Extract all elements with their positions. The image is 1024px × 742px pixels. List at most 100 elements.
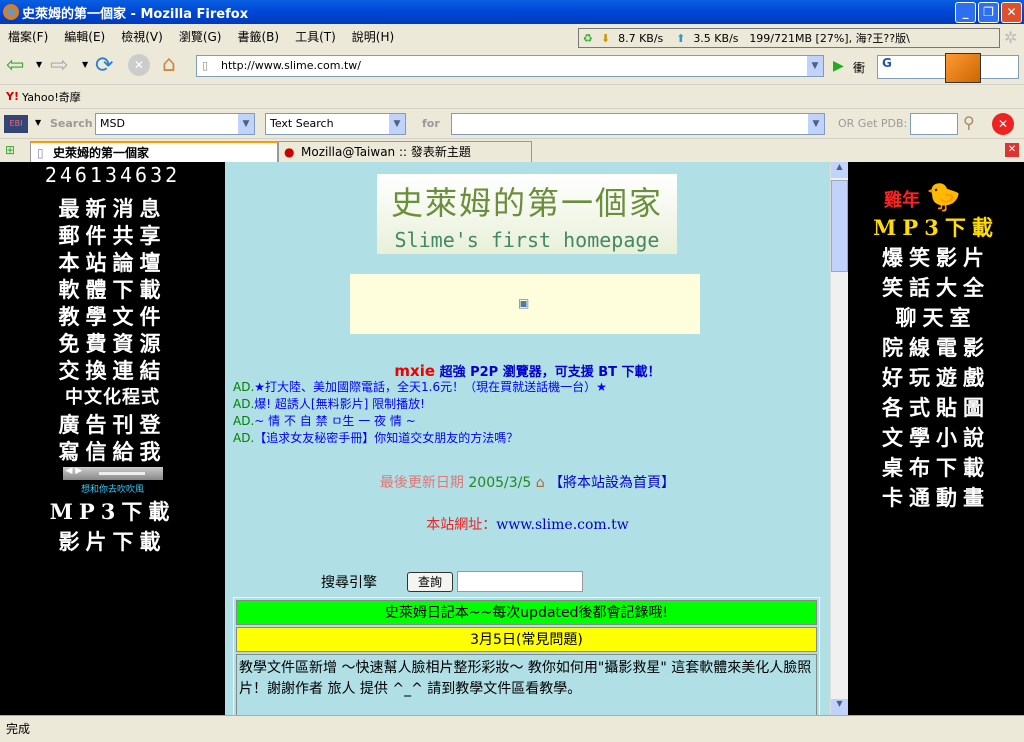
nav-stickers[interactable]: 各式貼圖 xyxy=(848,393,1024,423)
nav-movies[interactable]: 院線電影 xyxy=(848,333,1024,363)
ebi-close-icon[interactable]: ✕ xyxy=(992,113,1014,135)
ebi-for-label: for xyxy=(422,117,440,130)
banner-ad[interactable]: ▣ xyxy=(350,274,700,334)
nav-software[interactable]: 軟體下載 xyxy=(0,276,225,303)
site-url-link[interactable]: www.slime.com.tw xyxy=(496,517,629,533)
chevron-down-icon: ▼ xyxy=(808,114,824,134)
new-tab-icon[interactable]: ⊞ xyxy=(5,143,15,157)
url-text: http://www.slime.com.tw/ xyxy=(221,59,362,72)
ebi-dropdown-icon[interactable]: ▼ xyxy=(35,118,41,127)
ad-text: ★打大陸、美加國際電話，全天1.6元！（現在買就送話機一台）★ xyxy=(254,380,607,394)
google-engine-icon[interactable]: G xyxy=(878,56,892,70)
ad-prefix: AD. xyxy=(233,414,255,428)
url-dropdown-icon[interactable]: ▼ xyxy=(807,56,823,76)
nav-wallpapers[interactable]: 桌布下載 xyxy=(848,453,1024,483)
nav-funny-videos[interactable]: 爆笑影片 xyxy=(848,243,1024,273)
extension-icon[interactable] xyxy=(945,53,981,83)
mozilla-icon: ● xyxy=(284,145,295,159)
entry-date: 3月5日(常見問題) xyxy=(236,627,817,652)
ebi-logo-icon[interactable]: EBI xyxy=(4,115,28,133)
ebi-search-label: Search xyxy=(50,117,93,130)
nav-forum[interactable]: 本站論壇 xyxy=(0,249,225,276)
ebi-mode-select[interactable]: Text Search ▼ xyxy=(265,113,406,135)
nav-chatroom[interactable]: 聊天室 xyxy=(848,303,1024,333)
ebi-for-input[interactable]: ▼ xyxy=(451,113,825,135)
nav-games[interactable]: 好玩遊戲 xyxy=(848,363,1024,393)
logo-subtitle: Slime's first homepage xyxy=(394,228,660,252)
menu-tools[interactable]: 工具(T) xyxy=(287,28,344,45)
nav-free-resources[interactable]: 免費資源 xyxy=(0,330,225,357)
throbber-icon: ✲ xyxy=(1004,28,1018,47)
nav-advertise[interactable]: 廣告刊登 xyxy=(0,411,225,438)
back-dropdown-icon[interactable]: ▼ xyxy=(36,60,42,69)
query-input[interactable] xyxy=(457,571,583,592)
rooster-year-badge: 雞年 🐤 xyxy=(884,180,1024,213)
url-input[interactable]: ▯ http://www.slime.com.tw/ ▼ xyxy=(196,55,824,77)
tab-label: 史萊姆的第一個家 xyxy=(53,146,150,160)
close-button[interactable]: ✕ xyxy=(1001,2,1022,23)
audio-player[interactable]: ◀ ▶ xyxy=(62,466,163,480)
stop-button[interactable]: ✕ xyxy=(128,54,150,76)
nav-latest-news[interactable]: 最新消息 xyxy=(0,195,225,222)
recycle-icon: ♻ xyxy=(583,31,593,45)
ebi-mode-value: Text Search xyxy=(270,117,334,130)
nav-link-exchange[interactable]: 交換連結 xyxy=(0,357,225,384)
ad-link[interactable]: AD.★打大陸、美加國際電話，全天1.6元！（現在買就送話機一台）★ xyxy=(225,379,607,396)
ad-link[interactable]: AD.【追求女友秘密手冊】你知道交女朋友的方法嗎？ xyxy=(225,430,607,447)
play-icon[interactable]: ◀ ▶ xyxy=(66,466,83,476)
nav-chinese-programs[interactable]: 中文化程式 xyxy=(0,384,225,411)
menu-edit[interactable]: 編輯(E) xyxy=(56,28,113,45)
tab-mozilla-taiwan[interactable]: ● Mozilla@Taiwan :: 發表新主題 xyxy=(278,141,532,163)
home-button[interactable]: ⌂ xyxy=(162,52,176,77)
ebi-pdb-input[interactable] xyxy=(910,113,958,135)
download-speed: 8.7 KB/s xyxy=(618,31,664,45)
minimize-button[interactable]: _ xyxy=(955,2,976,23)
scroll-up-icon[interactable]: ▲ xyxy=(831,162,848,178)
query-button[interactable]: 查詢 xyxy=(407,572,453,592)
entry-text: 教學文件區新增 ～快速幫人臉相片整形彩妝～ 教你如何用"攝影救星" 這套軟體來美… xyxy=(236,654,817,715)
scroll-thumb[interactable] xyxy=(831,180,848,272)
yahoo-icon: Y! xyxy=(6,90,19,103)
window-title: 史萊姆的第一個家 - Mozilla Firefox xyxy=(22,6,249,22)
vertical-scrollbar[interactable]: ▲ ▼ xyxy=(830,162,848,715)
bookmark-yahoo[interactable]: Yahoo!奇摩 xyxy=(22,89,81,105)
nav-video[interactable]: 影片下載 xyxy=(0,527,225,557)
right-sidebar: 雞年 🐤 MP3下載 爆笑影片 笑話大全 聊天室 院線電影 好玩遊戲 各式貼圖 … xyxy=(848,162,1024,715)
nav-tutorials[interactable]: 教學文件 xyxy=(0,303,225,330)
ad-link[interactable]: AD.爆! 超誘人[無料影片] 限制播放! xyxy=(225,396,607,413)
download-arrow-icon: ⬇ xyxy=(600,31,611,45)
menu-view[interactable]: 檢視(V) xyxy=(113,28,171,45)
reload-button[interactable]: ⟳ xyxy=(95,53,113,78)
go-icon[interactable]: ▶ xyxy=(833,58,844,74)
forward-button[interactable]: ⇨ xyxy=(50,53,68,78)
menu-bookmarks[interactable]: 書籤(B) xyxy=(229,28,287,45)
nav-cartoons[interactable]: 卡通動畫 xyxy=(848,483,1024,513)
menu-file[interactable]: 檔案(F) xyxy=(0,28,56,45)
ad-link[interactable]: AD.~ 情 不 自 禁 ㅁ生 一 夜 情 ~ xyxy=(225,413,607,430)
menu-go[interactable]: 瀏覽(G) xyxy=(171,28,230,45)
left-nav: 最新消息 郵件共享 本站論壇 軟體下載 教學文件 免費資源 交換連結 中文化程式… xyxy=(0,195,225,465)
tab-slime[interactable]: ▯ 史萊姆的第一個家 xyxy=(30,141,278,163)
song-title: 想和你去吹吹風 xyxy=(80,485,144,495)
nav-novels[interactable]: 文學小說 xyxy=(848,423,1024,453)
tab-label: Mozilla@Taiwan :: 發表新主題 xyxy=(301,145,471,159)
firefox-icon xyxy=(3,4,19,20)
title-bar: 史萊姆的第一個家 - Mozilla Firefox _ ❐ ✕ xyxy=(0,0,1024,24)
scroll-down-icon[interactable]: ▼ xyxy=(831,699,848,715)
nav-jokes[interactable]: 笑話大全 xyxy=(848,273,1024,303)
menu-help[interactable]: 說明(H) xyxy=(344,28,402,45)
forward-dropdown-icon[interactable]: ▼ xyxy=(82,60,88,69)
nav-right-mp3[interactable]: MP3下載 xyxy=(848,213,1024,243)
back-button[interactable]: ⇦ xyxy=(6,53,24,78)
close-tab-icon[interactable]: ✕ xyxy=(1005,143,1019,157)
go-button[interactable]: 衝 xyxy=(853,59,865,76)
restore-button[interactable]: ❐ xyxy=(978,2,999,23)
ebi-database-select[interactable]: MSD ▼ xyxy=(95,113,255,135)
nav-mail-me[interactable]: 寫信給我 xyxy=(0,438,225,465)
nav-mp3[interactable]: MP3下載 xyxy=(0,497,225,527)
promo-line[interactable]: mxie 超強 P2P 瀏覽器，可支援 BT 下載！ xyxy=(225,361,830,380)
nav-mail-share[interactable]: 郵件共享 xyxy=(0,222,225,249)
set-homepage-link[interactable]: 【將本站設為首頁】 xyxy=(549,475,675,491)
magnifier-icon[interactable]: ⚲ xyxy=(963,113,975,132)
seek-slider[interactable] xyxy=(98,472,145,475)
